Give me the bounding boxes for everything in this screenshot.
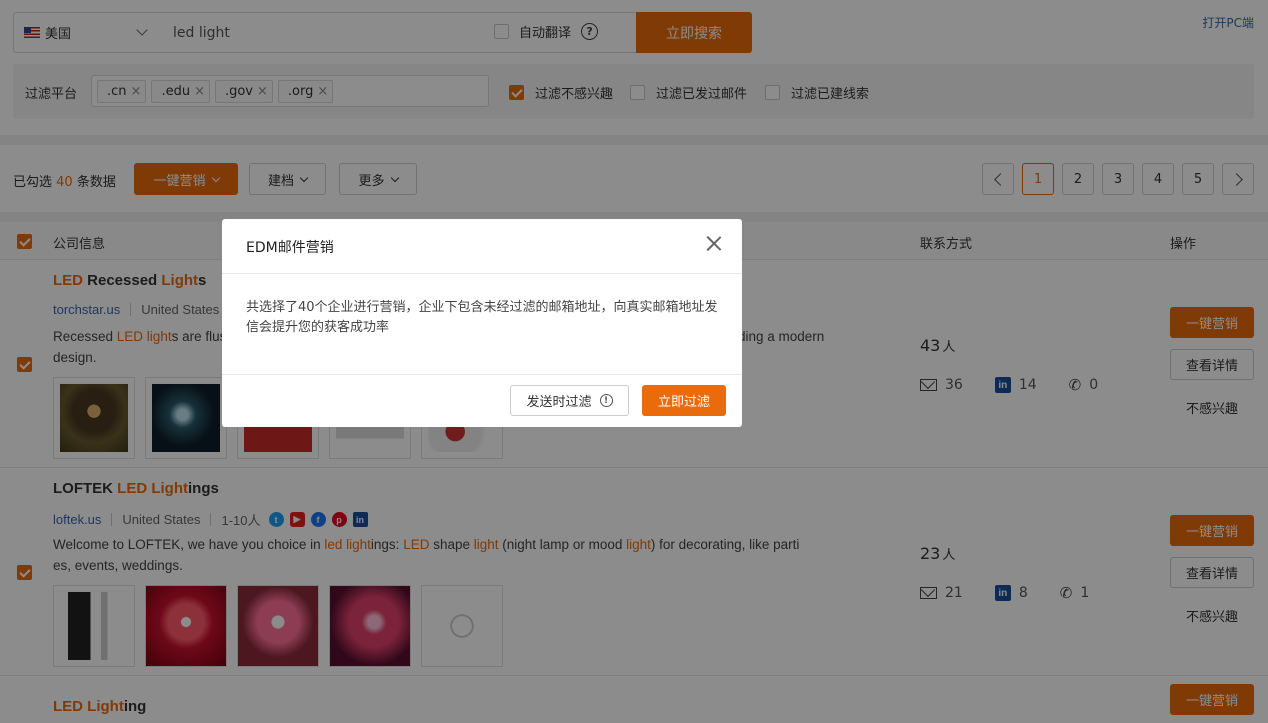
filter-on-send-button[interactable]: 发送时过滤 ! [510, 385, 629, 416]
divider [222, 273, 742, 274]
modal-title: EDM邮件营销 [246, 240, 334, 256]
edm-modal: EDM邮件营销 共选择了40个企业进行营销，企业下包含未经过滤的邮箱地址，向真实… [222, 219, 742, 427]
close-icon[interactable] [706, 235, 722, 251]
modal-body: 共选择了40个企业进行营销，企业下包含未经过滤的邮箱地址，向真实邮箱地址发信会提… [246, 300, 718, 335]
divider [222, 374, 742, 375]
filter-now-button[interactable]: 立即过滤 [642, 385, 726, 416]
info-icon: ! [599, 394, 613, 407]
